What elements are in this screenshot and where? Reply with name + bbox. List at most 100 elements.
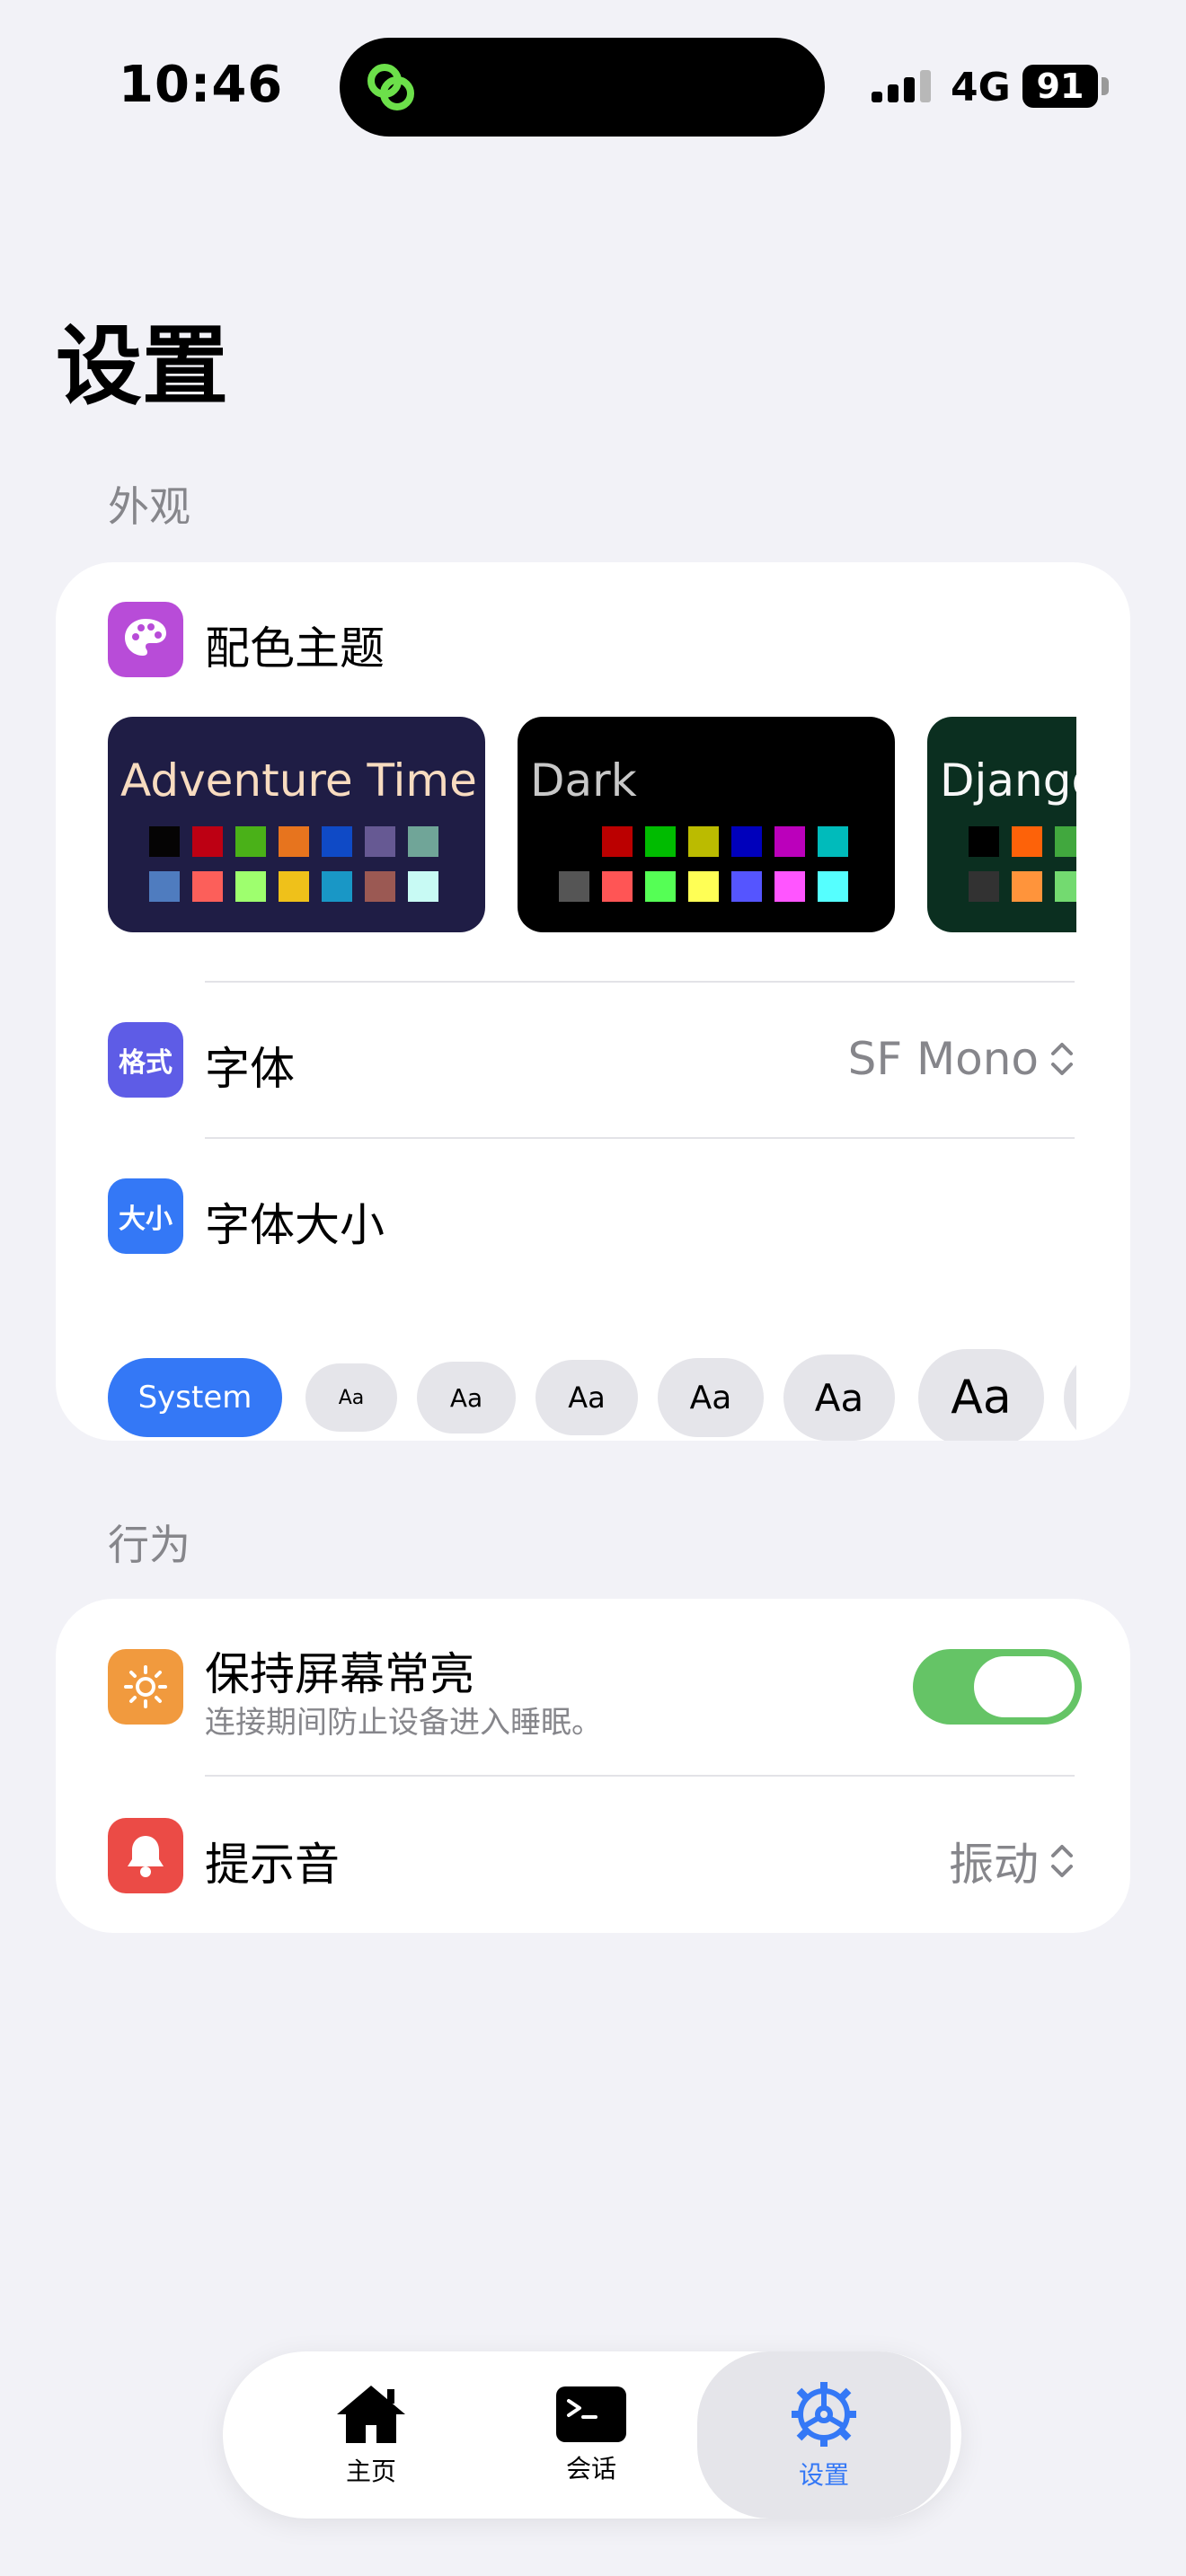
color-swatch	[192, 826, 223, 857]
color-swatch	[645, 871, 676, 902]
color-swatch	[688, 871, 719, 902]
color-swatch	[774, 871, 805, 902]
battery-nub	[1102, 77, 1109, 95]
color-theme-label: 配色主题	[205, 622, 385, 675]
font-value: SF Mono	[847, 1033, 1039, 1085]
size-icon-text: 大小	[119, 1204, 173, 1235]
font-size-option-system[interactable]: System	[108, 1358, 282, 1437]
tab-settings-label: 设置	[798, 2460, 849, 2490]
color-swatch	[1012, 826, 1042, 857]
dynamic-island	[340, 38, 825, 137]
keep-awake-toggle[interactable]	[913, 1649, 1082, 1725]
theme-card-dark[interactable]: Dark	[518, 717, 895, 932]
status-time: 10:46	[119, 56, 284, 114]
signal-icon	[872, 70, 931, 102]
font-size-option-1[interactable]: Aa	[305, 1363, 397, 1432]
color-swatch	[731, 871, 762, 902]
terminal-icon	[556, 2386, 626, 2442]
font-size-option-6[interactable]: Aa	[918, 1349, 1044, 1441]
status-bar: 10:46 4G 91	[0, 0, 1186, 162]
network-type: 4G	[951, 65, 1011, 110]
battery-indicator: 91	[1022, 65, 1098, 108]
font-size-label: 字体大小	[205, 1199, 385, 1251]
color-swatch	[559, 871, 589, 902]
theme-swatches-bright	[969, 871, 1076, 902]
font-size-icon: 大小	[108, 1178, 183, 1254]
alert-sound-picker[interactable]: 振动	[949, 1829, 1075, 1893]
color-swatch	[279, 871, 309, 902]
theme-card-adventure-time[interactable]: Adventure Time	[108, 717, 485, 932]
tab-home-label: 主页	[345, 2457, 396, 2486]
theme-swatches-normal	[559, 826, 848, 857]
theme-swatches-normal	[149, 826, 438, 857]
divider	[205, 981, 1075, 983]
theme-name: Django	[940, 754, 1076, 807]
alert-sound-value: 振动	[949, 1839, 1039, 1891]
font-format-icon: 格式	[108, 1022, 183, 1098]
keep-awake-label: 保持屏幕常亮	[205, 1648, 474, 1700]
theme-carousel[interactable]: Adventure Time Dark Django	[108, 717, 1076, 934]
behavior-card: 保持屏幕常亮 连接期间防止设备进入睡眠。 提示音 振动	[56, 1599, 1130, 1933]
color-swatch	[1055, 871, 1076, 902]
color-swatch	[365, 871, 395, 902]
chevron-up-down-icon	[1051, 1043, 1073, 1075]
color-swatch	[235, 826, 266, 857]
color-swatch	[322, 826, 352, 857]
font-icon-text: 格式	[119, 1047, 173, 1079]
color-swatch	[192, 871, 223, 902]
keep-awake-subtitle: 连接期间防止设备进入睡眠。	[205, 1705, 602, 1741]
section-header-appearance: 外观	[108, 482, 190, 531]
color-swatch	[279, 826, 309, 857]
divider	[205, 1775, 1075, 1777]
theme-name: Adventure Time	[120, 754, 477, 807]
color-swatch	[818, 871, 848, 902]
color-swatch	[408, 871, 438, 902]
page-title: 设置	[56, 316, 228, 417]
section-header-behavior: 行为	[108, 1521, 190, 1569]
theme-name: Dark	[530, 754, 637, 807]
toggle-knob	[974, 1656, 1075, 1717]
color-swatch	[408, 826, 438, 857]
color-swatch	[149, 826, 180, 857]
tab-settings[interactable]: 设置	[697, 2351, 951, 2519]
color-swatch	[602, 871, 633, 902]
font-picker[interactable]: SF Mono	[848, 1033, 1075, 1085]
color-swatch	[602, 826, 633, 857]
color-swatch	[818, 826, 848, 857]
theme-swatches-normal	[969, 826, 1076, 857]
sun-icon	[108, 1649, 183, 1725]
link-rings-icon	[367, 64, 414, 110]
tab-sessions[interactable]: 会话	[510, 2351, 672, 2519]
tab-bar: 主页 会话 设置	[223, 2351, 961, 2519]
font-size-option-4[interactable]: Aa	[658, 1358, 764, 1437]
color-swatch	[774, 826, 805, 857]
theme-swatches-bright	[559, 871, 848, 902]
font-size-option-3[interactable]: Aa	[535, 1360, 638, 1435]
color-swatch	[365, 826, 395, 857]
appearance-card: 配色主题 Adventure Time Dark Django 格式 字体 SF…	[56, 562, 1130, 1441]
color-swatch	[1055, 826, 1076, 857]
color-swatch	[322, 871, 352, 902]
color-swatch	[969, 871, 999, 902]
theme-card-django[interactable]: Django	[927, 717, 1076, 932]
tab-sessions-label: 会话	[565, 2454, 616, 2483]
tab-home[interactable]: 主页	[286, 2351, 456, 2519]
font-size-option-5[interactable]: Aa	[783, 1354, 895, 1441]
font-size-option-7[interactable]: Aa	[1064, 1349, 1076, 1441]
chevron-up-down-icon	[1051, 1845, 1073, 1877]
color-swatch	[731, 826, 762, 857]
bell-icon	[108, 1818, 183, 1893]
color-swatch	[969, 826, 999, 857]
alert-sound-label: 提示音	[205, 1839, 340, 1891]
color-swatch	[645, 826, 676, 857]
color-swatch	[688, 826, 719, 857]
font-size-options: System Aa Aa Aa Aa Aa Aa Aa	[108, 1344, 1076, 1441]
gear-icon	[792, 2382, 856, 2447]
color-swatch	[149, 871, 180, 902]
theme-swatches-bright	[149, 871, 438, 902]
font-size-option-2[interactable]: Aa	[417, 1362, 516, 1434]
divider	[205, 1137, 1075, 1139]
color-swatch	[559, 826, 589, 857]
font-label: 字体	[205, 1043, 295, 1095]
battery-level: 91	[1036, 66, 1084, 106]
